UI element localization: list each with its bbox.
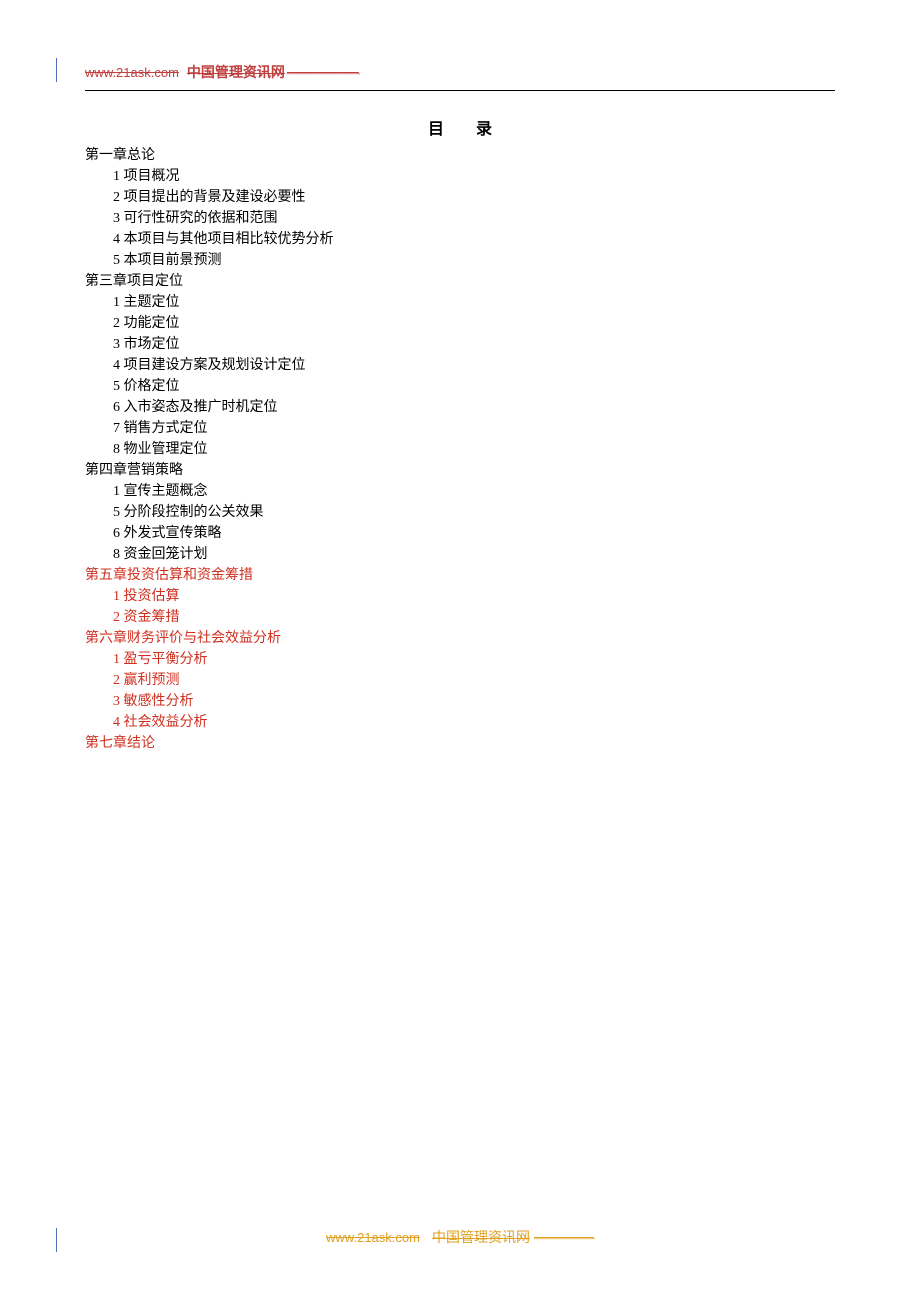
toc-chapter: 第五章投资估算和资金筹措 (85, 565, 835, 586)
toc-subitem: 1 盈亏平衡分析 (85, 649, 835, 670)
toc-subitem: 4 项目建设方案及规划设计定位 (85, 355, 835, 376)
toc-chapter: 第三章项目定位 (85, 271, 835, 292)
toc-subitem: 5 分阶段控制的公关效果 (85, 502, 835, 523)
toc-subitem: 6 外发式宣传策略 (85, 523, 835, 544)
header-dash: —————— (287, 65, 359, 81)
toc-subitem: 3 敏感性分析 (85, 691, 835, 712)
header-rule (85, 90, 835, 91)
toc-subitem: 4 本项目与其他项目相比较优势分析 (85, 229, 835, 250)
page-footer: www.21ask.com 中国管理资讯网 ————— (0, 1227, 920, 1247)
footer-site-name: 中国管理资讯网 (432, 1231, 530, 1246)
revision-mark-top (56, 58, 57, 82)
toc-subitem: 1 投资估算 (85, 586, 835, 607)
toc-chapter: 第一章总论 (85, 145, 835, 166)
toc-subitem: 5 本项目前景预测 (85, 250, 835, 271)
toc-title: 目 录 (85, 115, 835, 139)
toc-subitem: 2 资金筹措 (85, 607, 835, 628)
footer-dash: ————— (534, 1230, 594, 1245)
toc-subitem: 1 宣传主题概念 (85, 481, 835, 502)
toc-chapter: 第四章营销策略 (85, 460, 835, 481)
toc-subitem: 6 入市姿态及推广时机定位 (85, 397, 835, 418)
toc-subitem: 1 项目概况 (85, 166, 835, 187)
toc-subitem: 3 市场定位 (85, 334, 835, 355)
toc-subitem: 5 价格定位 (85, 376, 835, 397)
toc-subitem: 2 项目提出的背景及建设必要性 (85, 187, 835, 208)
toc-subitem: 8 资金回笼计划 (85, 544, 835, 565)
page-header: www.21ask.com 中国管理资讯网 —————— (85, 62, 835, 82)
toc-subitem: 3 可行性研究的依据和范围 (85, 208, 835, 229)
toc-chapter: 第六章财务评价与社会效益分析 (85, 628, 835, 649)
toc-subitem: 7 销售方式定位 (85, 418, 835, 439)
footer-url: www.21ask.com (326, 1230, 420, 1245)
toc-subitem: 1 主题定位 (85, 292, 835, 313)
header-url: www.21ask.com (85, 65, 179, 80)
toc-chapter: 第七章结论 (85, 733, 835, 754)
header-site-name: 中国管理资讯网 (187, 62, 285, 82)
table-of-contents: 第一章总论1 项目概况2 项目提出的背景及建设必要性3 可行性研究的依据和范围4… (85, 145, 835, 754)
toc-subitem: 8 物业管理定位 (85, 439, 835, 460)
toc-subitem: 4 社会效益分析 (85, 712, 835, 733)
toc-subitem: 2 赢利预测 (85, 670, 835, 691)
toc-subitem: 2 功能定位 (85, 313, 835, 334)
